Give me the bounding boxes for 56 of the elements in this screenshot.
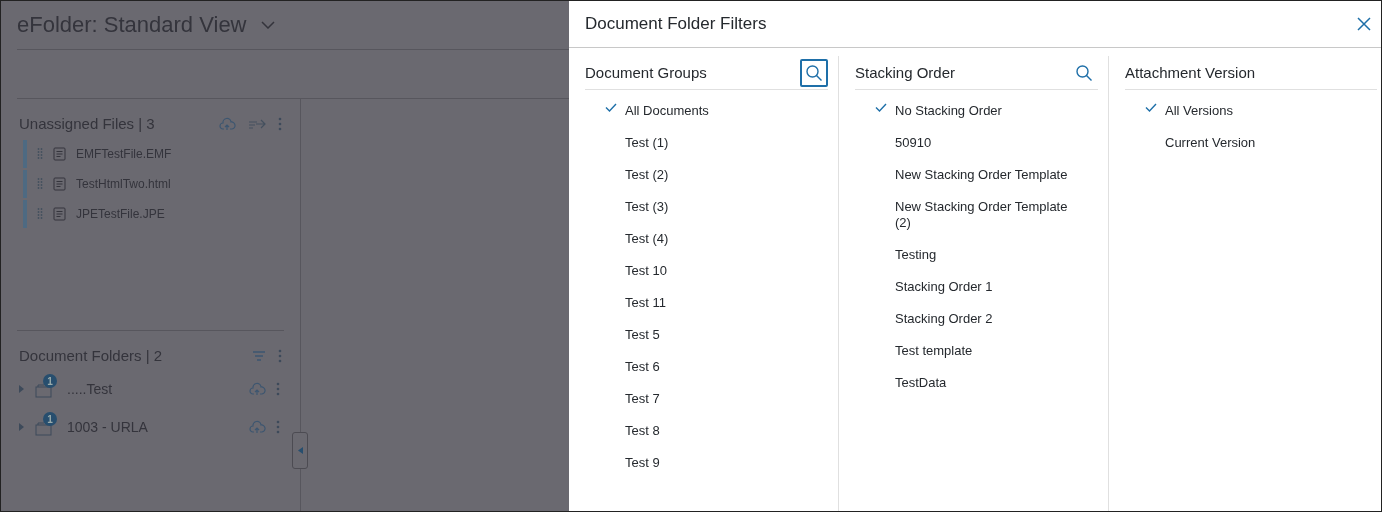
more-icon[interactable] <box>278 116 282 131</box>
column-heading: Stacking Order <box>855 64 956 81</box>
filter-icon[interactable] <box>252 350 266 361</box>
more-icon[interactable] <box>278 348 282 363</box>
filter-option[interactable]: All Documents <box>625 103 709 119</box>
filter-option[interactable]: Test (2) <box>625 167 669 183</box>
filter-option[interactable]: Test 9 <box>625 455 660 471</box>
column-heading: Attachment Version <box>1125 64 1256 81</box>
filter-option[interactable]: Test (1) <box>625 135 669 151</box>
more-icon[interactable] <box>276 382 280 396</box>
filter-option[interactable]: New Stacking Order Template (2) <box>895 199 1080 231</box>
filter-option[interactable]: Current Version <box>1165 135 1256 151</box>
filter-option[interactable]: Test 11 <box>625 295 666 311</box>
close-button[interactable] <box>1355 15 1373 33</box>
count-badge: 1 <box>43 412 57 426</box>
filter-option[interactable]: TestData <box>895 375 947 391</box>
filter-option[interactable]: Test (4) <box>625 231 669 247</box>
folder-icon <box>35 422 53 436</box>
caret-left-icon <box>297 447 303 454</box>
filter-option[interactable]: No Stacking Order <box>895 103 1002 119</box>
filter-option[interactable]: Test 5 <box>625 327 660 343</box>
cloud-upload-icon[interactable] <box>218 115 236 132</box>
drag-handle-icon[interactable] <box>37 148 43 160</box>
filter-option[interactable]: Test 8 <box>625 423 660 439</box>
filter-option[interactable]: Stacking Order 2 <box>895 311 993 327</box>
document-icon <box>53 147 66 161</box>
filter-option[interactable]: Test 6 <box>625 359 660 375</box>
cloud-upload-icon[interactable] <box>248 381 266 397</box>
search-button[interactable] <box>800 58 828 87</box>
folder-icon <box>35 384 53 398</box>
move-icon[interactable] <box>248 117 266 130</box>
drag-handle-icon[interactable] <box>37 208 43 220</box>
cloud-upload-icon[interactable] <box>248 419 266 435</box>
drag-handle-icon[interactable] <box>37 178 43 190</box>
search-icon <box>1075 63 1093 82</box>
filter-option[interactable]: New Stacking Order Template <box>895 167 1068 183</box>
expand-caret-icon[interactable] <box>17 423 25 431</box>
filter-option[interactable]: Testing <box>895 247 937 263</box>
document-icon <box>53 207 66 221</box>
document-icon <box>53 177 66 191</box>
count-badge: 1 <box>43 374 57 388</box>
filter-option[interactable]: 50910 <box>895 135 932 151</box>
collapse-handle[interactable] <box>292 432 308 469</box>
filter-option[interactable]: Test (3) <box>625 199 669 215</box>
filter-option[interactable]: Stacking Order 1 <box>895 279 993 295</box>
filter-option[interactable]: Test 7 <box>625 391 660 407</box>
close-icon <box>1357 17 1371 31</box>
chevron-down-icon[interactable] <box>260 21 275 29</box>
filter-option[interactable]: Test 10 <box>625 263 667 279</box>
panel-title: Document Folder Filters <box>585 14 767 34</box>
expand-caret-icon[interactable] <box>17 385 25 393</box>
search-icon <box>805 63 823 82</box>
filter-option[interactable]: Test template <box>895 343 973 359</box>
more-icon[interactable] <box>276 420 280 434</box>
filter-option[interactable]: All Versions <box>1165 103 1233 119</box>
column-heading: Document Groups <box>585 64 707 81</box>
